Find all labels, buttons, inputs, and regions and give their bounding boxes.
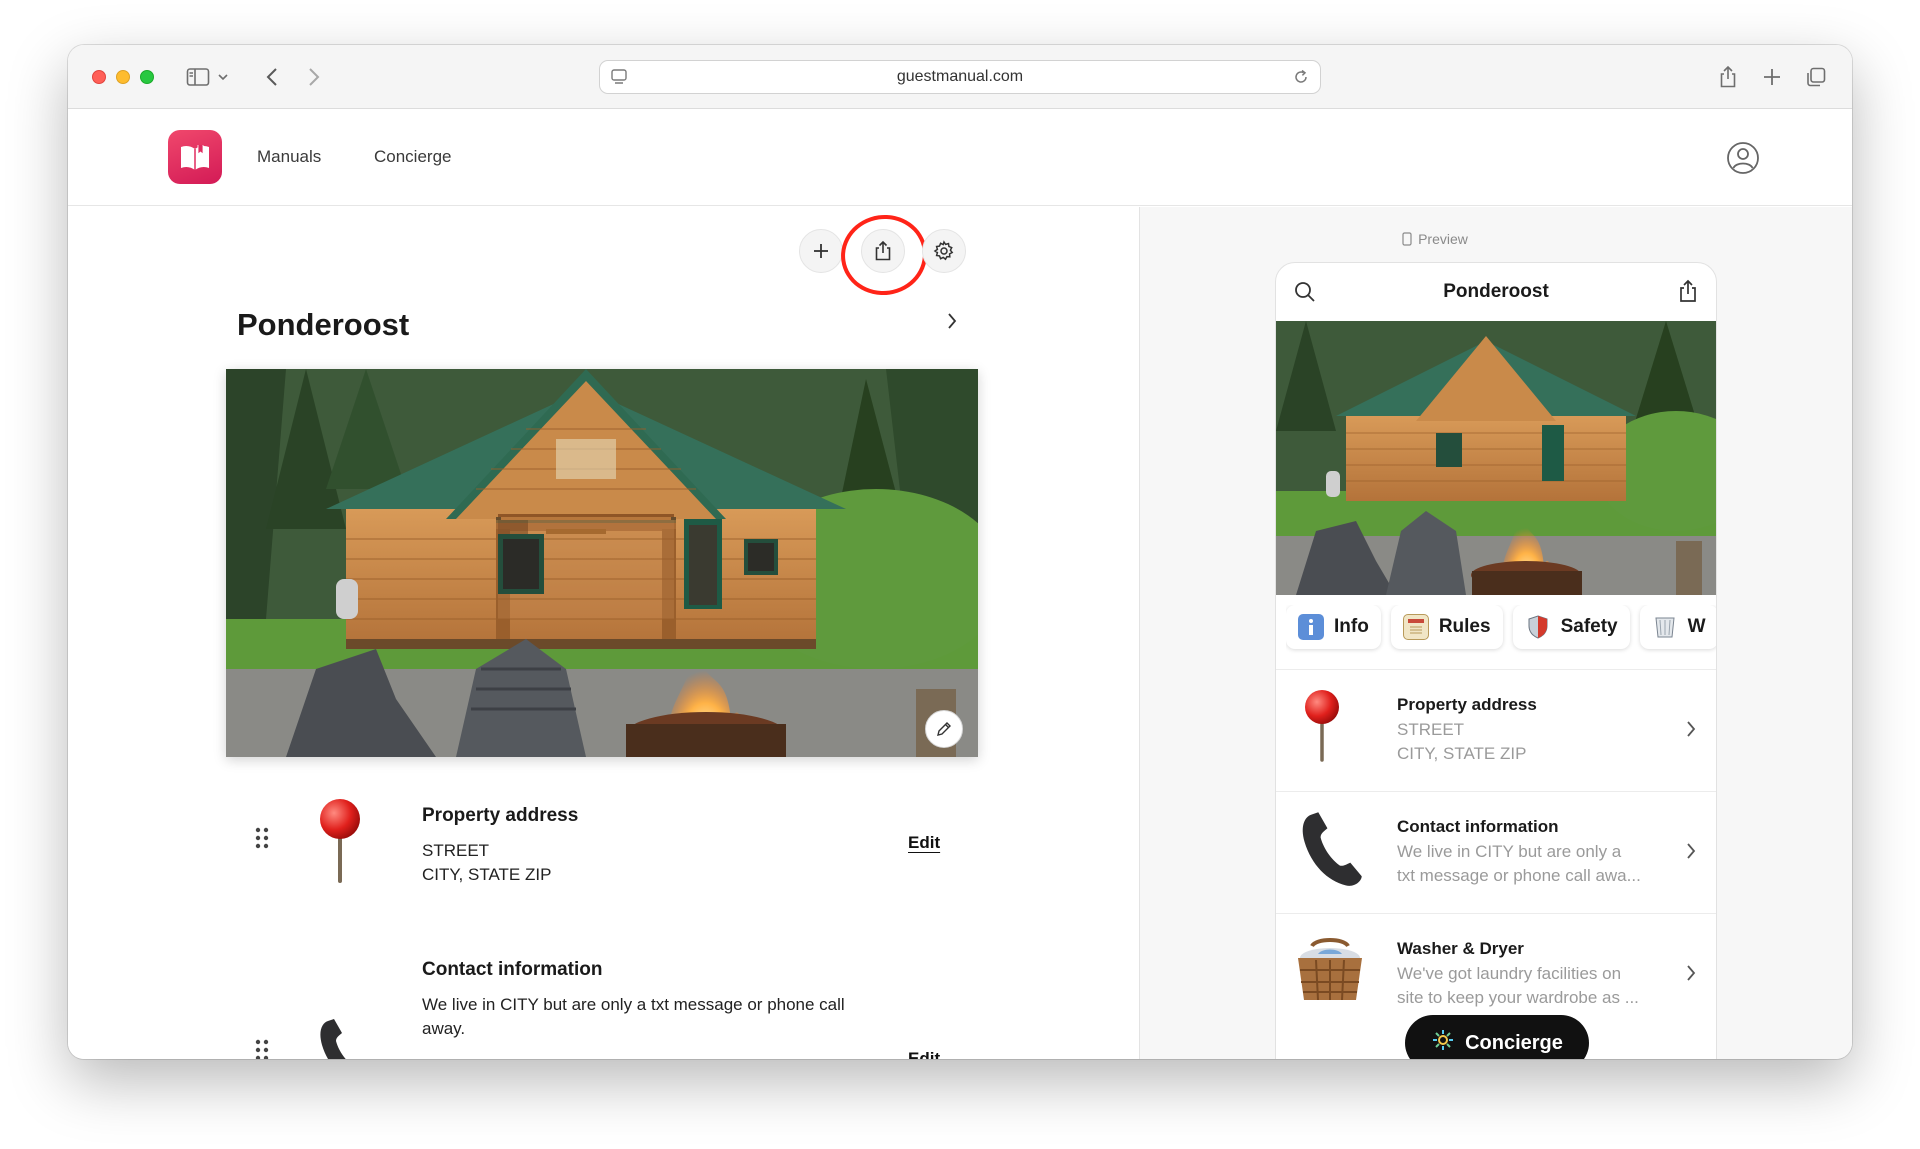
concierge-label: Concierge: [1465, 1031, 1563, 1054]
concierge-button[interactable]: Concierge: [1405, 1015, 1589, 1059]
concierge-button-layer: Concierge: [0, 0, 1920, 1059]
sparkle-icon: [1431, 1028, 1455, 1058]
